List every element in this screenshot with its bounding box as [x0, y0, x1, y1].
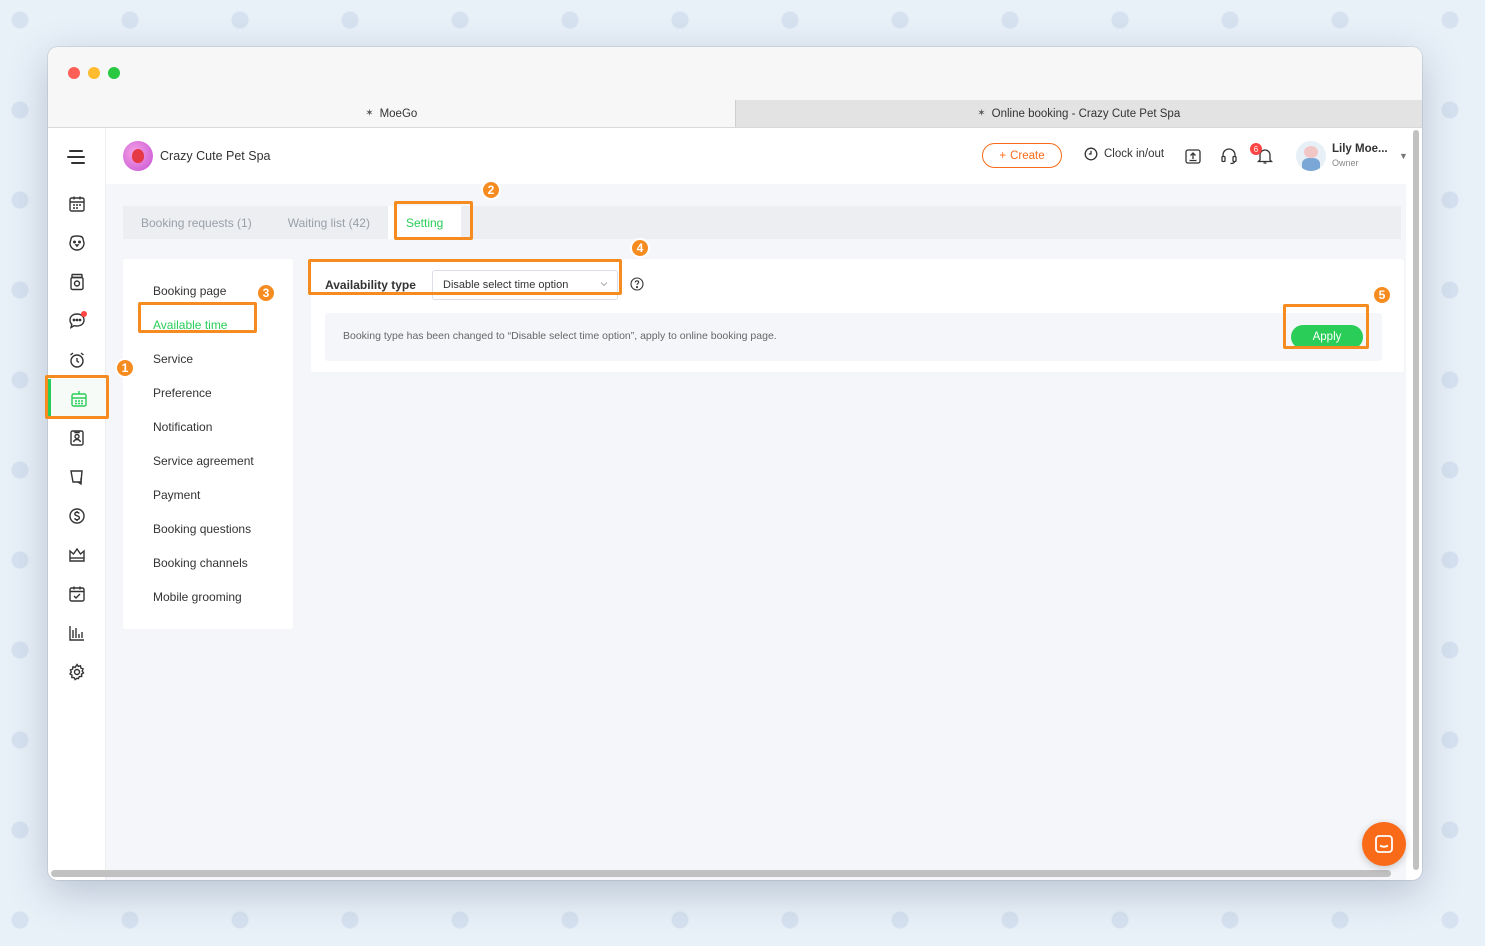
food-jar-icon[interactable]: [48, 262, 106, 301]
moego-favicon-icon: ✶: [977, 108, 986, 119]
step-marker-4: 4: [630, 238, 650, 258]
menu-toggle-icon[interactable]: [67, 150, 85, 164]
step-marker-5: 5: [1372, 285, 1392, 305]
browser-tab-title: MoeGo: [379, 107, 418, 120]
step-marker-3: 3: [256, 283, 276, 303]
create-label: Create: [1010, 149, 1045, 162]
step-marker-2: 2: [481, 180, 501, 200]
settings-item-service-agreement[interactable]: Service agreement: [153, 454, 254, 468]
settings-item-preference[interactable]: Preference: [153, 386, 212, 400]
browser-tab-title: Online booking - Crazy Cute Pet Spa: [991, 107, 1181, 120]
title-bar: [48, 47, 1422, 100]
settings-item-booking-questions[interactable]: Booking questions: [153, 522, 251, 536]
main-content: Booking requests (1) Waiting list (42) S…: [106, 184, 1406, 880]
business-avatar[interactable]: [123, 141, 153, 171]
settings-item-payment[interactable]: Payment: [153, 488, 200, 502]
dollar-icon[interactable]: [48, 496, 106, 535]
user-role: Owner: [1332, 158, 1359, 168]
maximize-window-button[interactable]: [108, 67, 120, 79]
chat-bubble-icon[interactable]: [48, 301, 106, 340]
caret-down-icon[interactable]: ▼: [1399, 151, 1408, 161]
tab-booking-requests[interactable]: Booking requests (1): [123, 206, 270, 239]
settings-item-booking-page[interactable]: Booking page: [153, 284, 226, 298]
highlight-setting-tab: [394, 201, 473, 240]
vertical-scrollbar[interactable]: [1412, 130, 1420, 870]
sidebar: [48, 128, 106, 880]
user-avatar[interactable]: [1296, 141, 1326, 171]
pet-face-icon[interactable]: [48, 223, 106, 262]
highlight-online-booking: [45, 375, 109, 419]
tab-waiting-list[interactable]: Waiting list (42): [270, 206, 388, 239]
clock-label: Clock in/out: [1104, 148, 1165, 160]
highlight-availability-type: [308, 259, 622, 295]
user-name[interactable]: Lily Moe...: [1332, 143, 1388, 155]
browser-window: ✶ MoeGo ✶ Online booking - Crazy Cute Pe…: [48, 47, 1422, 880]
chat-widget-icon: [1375, 835, 1393, 853]
apply-notice: Booking type has been changed to “Disabl…: [325, 313, 1382, 361]
top-header: Crazy Cute Pet Spa + Create Clock in/out…: [106, 128, 1408, 184]
settings-item-service[interactable]: Service: [153, 352, 193, 366]
chat-unread-badge: [81, 311, 87, 317]
create-button[interactable]: + Create: [982, 143, 1062, 168]
report-chart-icon[interactable]: [48, 613, 106, 652]
notification-count-badge: 6: [1250, 143, 1262, 155]
close-window-button[interactable]: [68, 67, 80, 79]
crown-icon[interactable]: [48, 535, 106, 574]
clock-in-out-button[interactable]: Clock in/out: [1084, 147, 1164, 161]
alarm-clock-icon[interactable]: [48, 340, 106, 379]
upload-icon[interactable]: [1184, 147, 1202, 165]
agreement-icon[interactable]: [48, 574, 106, 613]
minimize-window-button[interactable]: [88, 67, 100, 79]
business-name[interactable]: Crazy Cute Pet Spa: [160, 149, 270, 163]
gear-icon[interactable]: [48, 652, 106, 691]
plus-icon: +: [999, 149, 1007, 162]
settings-item-booking-channels[interactable]: Booking channels: [153, 556, 248, 570]
browser-tab-moego[interactable]: ✶ MoeGo: [48, 100, 735, 127]
highlight-available-time: [138, 302, 257, 333]
browser-tab-online-booking[interactable]: ✶ Online booking - Crazy Cute Pet Spa: [734, 100, 1422, 127]
horizontal-scrollbar[interactable]: [51, 870, 1391, 877]
contact-card-icon[interactable]: [48, 418, 106, 457]
highlight-apply-button: [1283, 304, 1369, 349]
clock-icon: [1084, 147, 1098, 161]
notice-text: Booking type has been changed to “Disabl…: [343, 330, 777, 342]
app: Crazy Cute Pet Spa + Create Clock in/out…: [48, 128, 1422, 880]
calendar-icon[interactable]: [48, 184, 106, 223]
step-marker-1: 1: [115, 358, 135, 378]
moego-favicon-icon: ✶: [365, 108, 374, 119]
retail-bag-icon[interactable]: [48, 457, 106, 496]
help-icon[interactable]: [630, 277, 644, 291]
page-tabs: Booking requests (1) Waiting list (42) S…: [123, 206, 1401, 239]
headset-support-icon[interactable]: [1220, 147, 1238, 165]
chat-widget-button[interactable]: [1362, 822, 1406, 866]
settings-item-mobile-grooming[interactable]: Mobile grooming: [153, 590, 242, 604]
settings-item-notification[interactable]: Notification: [153, 420, 212, 434]
browser-tab-bar: ✶ MoeGo ✶ Online booking - Crazy Cute Pe…: [48, 100, 1422, 128]
